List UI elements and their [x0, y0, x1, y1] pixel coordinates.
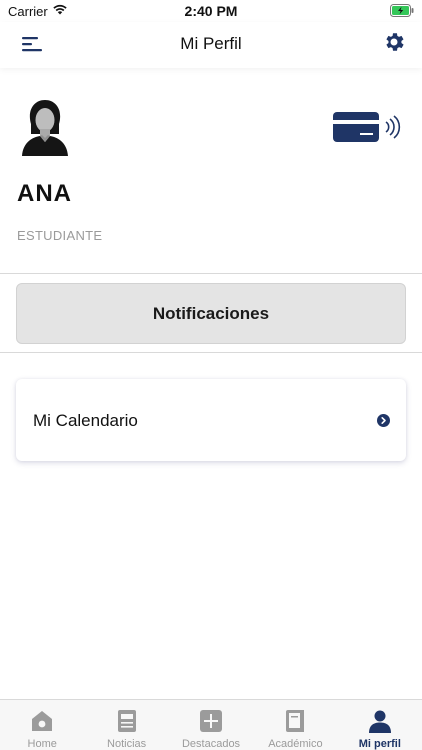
calendar-card[interactable]: Mi Calendario	[16, 379, 406, 461]
avatar	[22, 100, 68, 156]
clock: 2:40 PM	[184, 3, 238, 19]
book-icon	[286, 710, 305, 732]
page-title: Mi Perfil	[180, 34, 242, 53]
chevron-right-icon	[377, 414, 390, 427]
profile-header: ANA ESTUDIANTE	[0, 68, 422, 274]
nav-bar: Mi Perfil	[0, 22, 422, 68]
home-icon	[32, 711, 53, 731]
tab-label: Mi perfil	[358, 738, 401, 750]
tab-label: Home	[27, 738, 57, 750]
tab-label: Noticias	[107, 738, 147, 750]
divider	[0, 352, 422, 353]
tab-destacados[interactable]: Destacados	[169, 700, 253, 750]
tab-academico[interactable]: Académico	[253, 700, 337, 750]
calendar-label: Mi Calendario	[33, 411, 138, 430]
person-icon	[368, 710, 391, 733]
status-bar: Carrier 2:40 PM	[0, 0, 422, 22]
tab-label: Destacados	[181, 738, 241, 750]
battery-icon	[390, 4, 414, 17]
profile-name: ANA	[17, 180, 72, 207]
credential-card-button[interactable]	[332, 110, 406, 144]
tab-bar: Home Noticias Destacados Académico Mi pe…	[0, 699, 422, 750]
plus-icon	[200, 710, 223, 732]
notifications-button[interactable]: Notificaciones	[16, 283, 406, 344]
profile-role: ESTUDIANTE	[17, 228, 103, 243]
contactless-card-icon	[333, 112, 401, 142]
news-icon	[117, 710, 136, 732]
gear-icon[interactable]	[382, 30, 406, 54]
tab-mi-perfil[interactable]: Mi perfil	[338, 700, 422, 750]
notifications-label: Notificaciones	[152, 303, 270, 323]
tab-noticias[interactable]: Noticias	[84, 700, 168, 750]
tab-label: Académico	[268, 738, 323, 750]
tab-home[interactable]: Home	[0, 700, 84, 750]
